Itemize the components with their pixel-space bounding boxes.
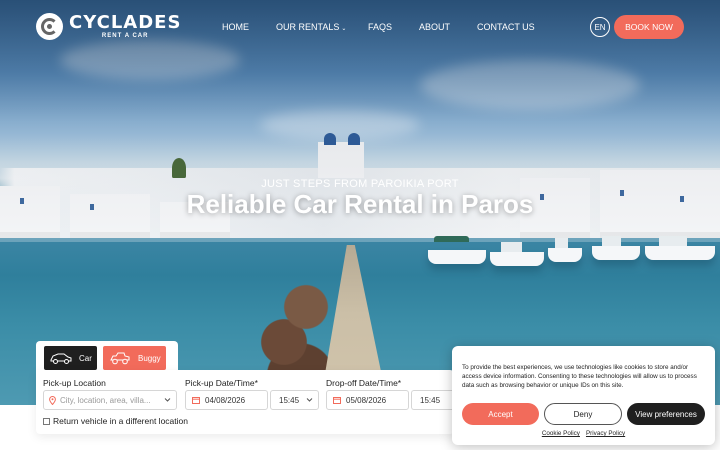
cookie-policy-link[interactable]: Cookie Policy <box>542 430 580 437</box>
book-now-button[interactable]: BOOK NOW <box>614 15 684 39</box>
calendar-icon <box>333 397 341 404</box>
pickup-date-input[interactable]: 04/08/2026 <box>185 390 268 410</box>
map-pin-icon <box>49 395 56 405</box>
cookie-accept-button[interactable]: Accept <box>462 403 539 425</box>
brand-name: CYCLADES <box>69 12 182 33</box>
language-switcher[interactable]: EN <box>590 17 610 37</box>
car-icon <box>50 353 72 364</box>
logo-mark-icon <box>36 13 63 40</box>
dropoff-time-value: 15:45 <box>420 395 441 405</box>
dropoff-time-select[interactable]: 15:45 <box>411 390 454 410</box>
nav-faqs[interactable]: FAQS <box>368 22 392 32</box>
buggy-icon <box>110 352 130 365</box>
cookie-text: To provide the best experiences, we use … <box>462 364 697 389</box>
return-different-location[interactable]: Return vehicle in a different location <box>43 416 188 426</box>
hero-title: Reliable Car Rental in Paros <box>186 189 534 219</box>
tab-car[interactable]: Car <box>44 346 97 370</box>
dropoff-date-input[interactable]: 05/08/2026 <box>326 390 409 410</box>
brand-tagline: RENT A CAR <box>101 33 149 39</box>
cookie-preferences-button[interactable]: View preferences <box>627 403 705 425</box>
tab-buggy[interactable]: Buggy <box>103 346 166 370</box>
return-different-label: Return vehicle in a different location <box>53 416 188 426</box>
dropoff-date-value: 05/08/2026 <box>346 395 387 405</box>
nav-home[interactable]: HOME <box>222 22 249 32</box>
pickup-location-input[interactable]: City, location, area, villa... <box>43 390 177 410</box>
pickup-time-value: 15:45 <box>279 395 300 405</box>
return-different-checkbox[interactable] <box>43 417 50 425</box>
nav-our-rentals-label: OUR RENTALS <box>276 22 340 32</box>
tab-buggy-label: Buggy <box>138 353 161 363</box>
nav-contact-us[interactable]: CONTACT US <box>477 22 535 32</box>
privacy-policy-link[interactable]: Privacy Policy <box>586 430 625 437</box>
pickup-date-value: 04/08/2026 <box>205 395 246 405</box>
pickup-location-label: Pick-up Location <box>43 378 106 388</box>
pickup-datetime-label: Pick-up Date/Time* <box>185 378 258 388</box>
chevron-down-icon: ⌄ <box>341 26 347 32</box>
cookie-links: Cookie Policy Privacy Policy <box>452 430 715 437</box>
pickup-time-select[interactable]: 15:45 <box>270 390 319 410</box>
nav-our-rentals[interactable]: OUR RENTALS ⌄ <box>276 22 346 32</box>
pickup-location-placeholder: City, location, area, villa... <box>60 395 151 405</box>
chevron-down-icon <box>164 398 171 402</box>
chevron-down-icon <box>306 398 313 402</box>
brand-logo[interactable]: CYCLADES RENT A CAR <box>36 13 181 40</box>
nav-about[interactable]: ABOUT <box>419 22 450 32</box>
cookie-consent-banner: To provide the best experiences, we use … <box>452 346 715 445</box>
cookie-deny-button[interactable]: Deny <box>544 403 622 425</box>
tab-car-label: Car <box>79 353 92 363</box>
dropoff-datetime-label: Drop-off Date/Time* <box>326 378 402 388</box>
calendar-icon <box>192 397 200 404</box>
